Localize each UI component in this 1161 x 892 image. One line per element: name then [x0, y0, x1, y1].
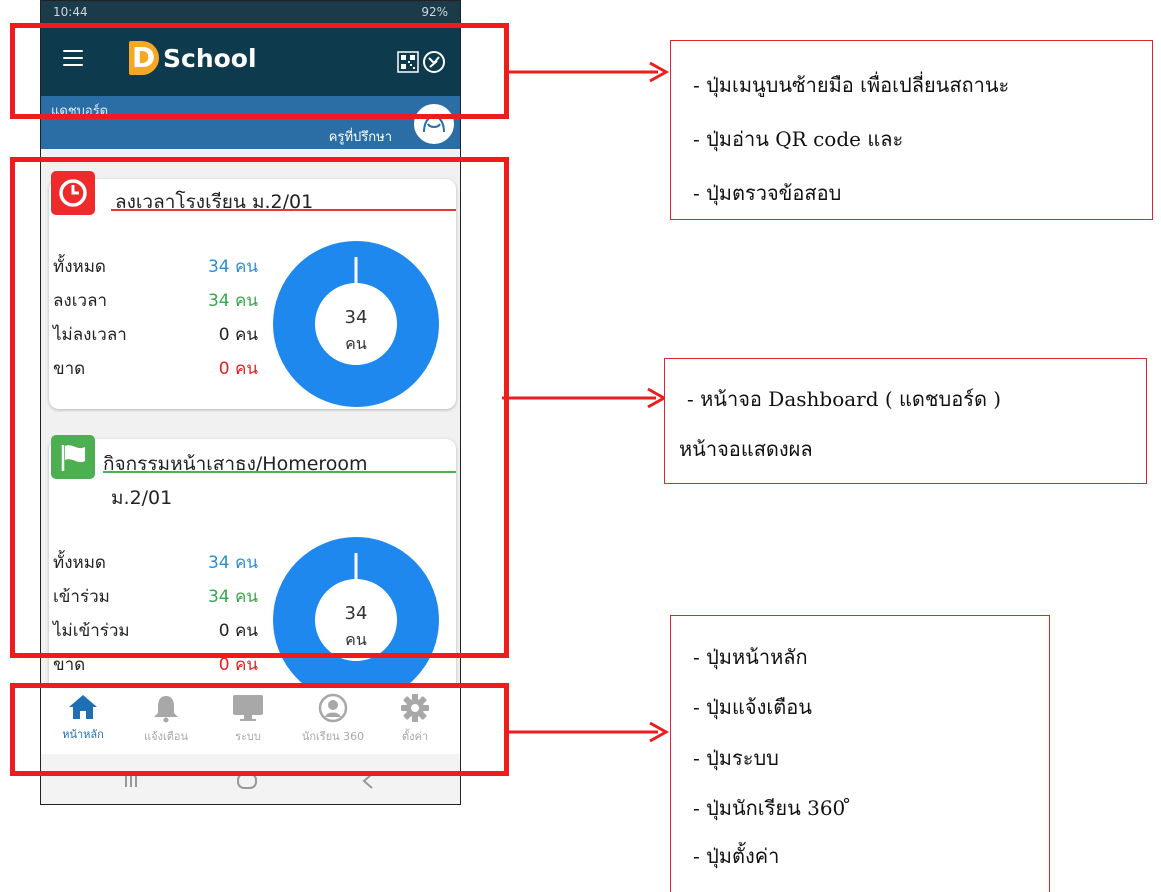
callout-line: - ปุ่มตรวจข้อสอบ	[693, 181, 842, 205]
callout-line: - ปุ่มนักเรียน 360 ̊	[693, 796, 852, 820]
status-battery: 92%	[421, 5, 448, 19]
arrow-middle	[502, 387, 668, 409]
recent-apps-icon[interactable]	[123, 774, 139, 788]
callout-line: หน้าจอแสดงผล	[679, 437, 813, 461]
banner-role: ครูที่ปรึกษา	[328, 130, 392, 145]
callout-line: - ปุ่มตั้งค่า	[693, 844, 780, 868]
highlight-box-middle	[10, 157, 509, 658]
callout-top: - ปุ่มเมนูบนซ้ายมือ เพื่อเปลี่ยนสถานะ - …	[670, 40, 1153, 220]
highlight-box-bottom	[10, 683, 509, 776]
status-time: 10:44	[53, 5, 88, 19]
callout-line: - ปุ่มอ่าน QR code และ	[693, 127, 904, 151]
callout-bottom: - ปุ่มหน้าหลัก - ปุ่มแจ้งเตือน - ปุ่มระบ…	[670, 615, 1050, 892]
callout-line: - หน้าจอ Dashboard ( แดชบอร์ด )	[687, 387, 1002, 411]
callout-line: - ปุ่มหน้าหลัก	[693, 645, 808, 669]
callout-line: - ปุ่มแจ้งเตือน	[693, 695, 812, 719]
status-bar: 10:44 92%	[41, 1, 460, 23]
arrow-bottom	[508, 721, 670, 743]
callout-middle: - หน้าจอ Dashboard ( แดชบอร์ด ) หน้าจอแส…	[664, 358, 1147, 484]
arrow-top	[508, 61, 670, 83]
highlight-box-top	[10, 23, 509, 119]
callout-line: - ปุ่มระบบ	[693, 746, 779, 770]
callout-line: - ปุ่มเมนูบนซ้ายมือ เพื่อเปลี่ยนสถานะ	[693, 73, 1010, 97]
